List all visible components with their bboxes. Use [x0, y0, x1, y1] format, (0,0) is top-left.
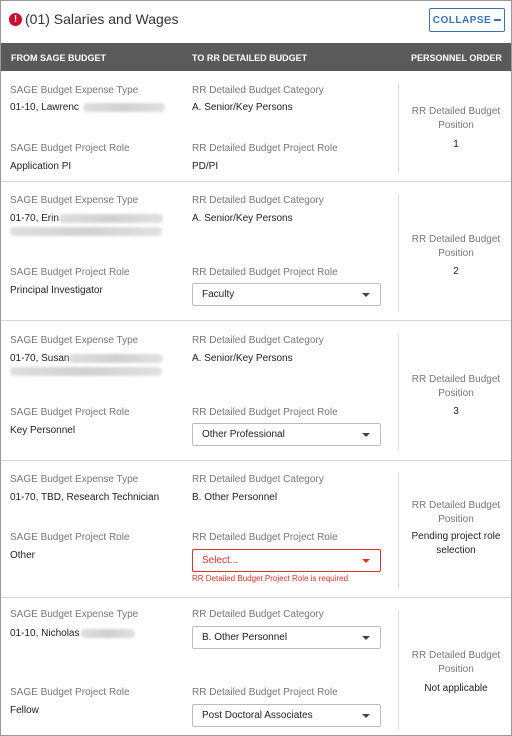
sage-role-value: Principal Investigator [10, 285, 103, 296]
expense-type-value: 01-70, TBD, Research Technician [10, 492, 160, 503]
sage-role-value: Fellow [10, 705, 39, 716]
chevron-down-icon [362, 293, 370, 297]
rr-category-label: RR Detailed Budget Category [192, 85, 324, 96]
expense-type-value: 01-10, Lawrenc [10, 102, 79, 113]
divider [398, 473, 399, 589]
personnel-row: SAGE Budget Expense Type 01-10, Lawrenc … [1, 71, 511, 182]
section-title: (01) Salaries and Wages [25, 11, 179, 27]
rr-role-label: RR Detailed Budget Project Role [192, 143, 338, 154]
chevron-down-icon [362, 433, 370, 437]
expense-type-label: SAGE Budget Expense Type [10, 474, 139, 485]
sage-role-value: Key Personnel [10, 425, 76, 436]
salaries-panel: ! (01) Salaries and Wages COLLAPSE FROM … [0, 0, 512, 736]
redacted-text [10, 227, 162, 236]
position-label: RR Detailed Budget Position [411, 650, 501, 675]
rr-category-selected: B. Other Personnel [202, 632, 288, 643]
minus-icon [494, 19, 502, 21]
personnel-row: SAGE Budget Expense Type 01-70, TBD, Res… [1, 461, 511, 598]
divider [398, 610, 399, 730]
expense-type-value: 01-70, Susan [10, 353, 70, 364]
collapse-button[interactable]: COLLAPSE [429, 8, 505, 32]
expense-type-label: SAGE Budget Expense Type [10, 335, 139, 346]
redacted-text [59, 214, 163, 223]
position-value: Not applicable [424, 683, 488, 694]
divider [398, 83, 399, 173]
position-value: 1 [453, 139, 459, 150]
rr-role-selected: Faculty [202, 289, 235, 300]
sage-role-label: SAGE Budget Project Role [10, 267, 130, 278]
sage-role-value: Application PI [10, 161, 72, 172]
sage-role-label: SAGE Budget Project Role [10, 532, 130, 543]
chevron-down-icon [362, 714, 370, 718]
rr-category-value: A. Senior/Key Persons [192, 213, 293, 224]
rr-category-value: A. Senior/Key Persons [192, 102, 293, 113]
position-label: RR Detailed Budget Position [411, 106, 501, 131]
divider [398, 333, 399, 451]
rr-category-label: RR Detailed Budget Category [192, 335, 324, 346]
rr-category-label: RR Detailed Budget Category [192, 609, 324, 620]
sage-role-value: Other [10, 550, 36, 561]
redacted-text [69, 354, 163, 363]
alert-icon: ! [9, 13, 22, 26]
rr-category-value: B. Other Personnel [192, 492, 278, 503]
chevron-down-icon [362, 636, 370, 640]
expense-type-label: SAGE Budget Expense Type [10, 609, 139, 620]
rr-role-selected: Post Doctoral Associates [202, 710, 313, 721]
collapse-label: COLLAPSE [432, 14, 492, 26]
column-from: FROM SAGE BUDGET [11, 53, 107, 63]
personnel-row: SAGE Budget Expense Type 01-70, Susan SA… [1, 321, 511, 461]
rr-role-label: RR Detailed Budget Project Role [192, 687, 338, 698]
expense-type-value: 01-10, Nicholas [10, 628, 80, 639]
position-value: 3 [453, 406, 459, 417]
redacted-text [10, 367, 162, 376]
expense-type-label: SAGE Budget Expense Type [10, 85, 139, 96]
rr-role-label: RR Detailed Budget Project Role [192, 532, 338, 543]
sage-role-label: SAGE Budget Project Role [10, 143, 130, 154]
rr-role-label: RR Detailed Budget Project Role [192, 407, 338, 418]
section-header: ! (01) Salaries and Wages COLLAPSE [1, 1, 511, 42]
rr-category-value: A. Senior/Key Persons [192, 353, 293, 364]
column-header: FROM SAGE BUDGET TO RR DETAILED BUDGET P… [1, 43, 511, 71]
personnel-row: SAGE Budget Expense Type 01-10, Nicholas… [1, 598, 511, 735]
rr-role-select[interactable]: Faculty [192, 283, 381, 306]
rr-role-placeholder: Select... [202, 555, 239, 566]
column-order: PERSONNEL ORDER [411, 53, 502, 63]
position-value: Pending project role selection [411, 531, 501, 556]
rr-role-label: RR Detailed Budget Project Role [192, 267, 338, 278]
expense-type-label: SAGE Budget Expense Type [10, 195, 139, 206]
column-to: TO RR DETAILED BUDGET [192, 53, 308, 63]
rr-role-selected: Other Professional [202, 429, 285, 440]
chevron-down-icon [362, 559, 370, 563]
position-label: RR Detailed Budget Position [411, 374, 501, 399]
sage-role-label: SAGE Budget Project Role [10, 407, 130, 418]
position-value: 2 [453, 266, 459, 277]
sage-role-label: SAGE Budget Project Role [10, 687, 130, 698]
validation-error: RR Detailed Budget Project Role is requi… [192, 574, 349, 583]
rr-category-label: RR Detailed Budget Category [192, 195, 324, 206]
position-label: RR Detailed Budget Position [411, 234, 501, 259]
rr-role-value: PD/PI [192, 161, 219, 172]
redacted-text [83, 103, 165, 112]
personnel-row: SAGE Budget Expense Type 01-70, Erin SAG… [1, 182, 511, 321]
divider [398, 194, 399, 312]
position-label: RR Detailed Budget Position [411, 500, 501, 525]
rr-category-label: RR Detailed Budget Category [192, 474, 324, 485]
redacted-text [81, 629, 135, 638]
rr-category-select[interactable]: B. Other Personnel [192, 626, 381, 649]
expense-type-value: 01-70, Erin [10, 213, 59, 224]
rr-role-select[interactable]: Post Doctoral Associates [192, 704, 381, 727]
rr-role-select[interactable]: Select... [192, 549, 381, 572]
rr-role-select[interactable]: Other Professional [192, 423, 381, 446]
